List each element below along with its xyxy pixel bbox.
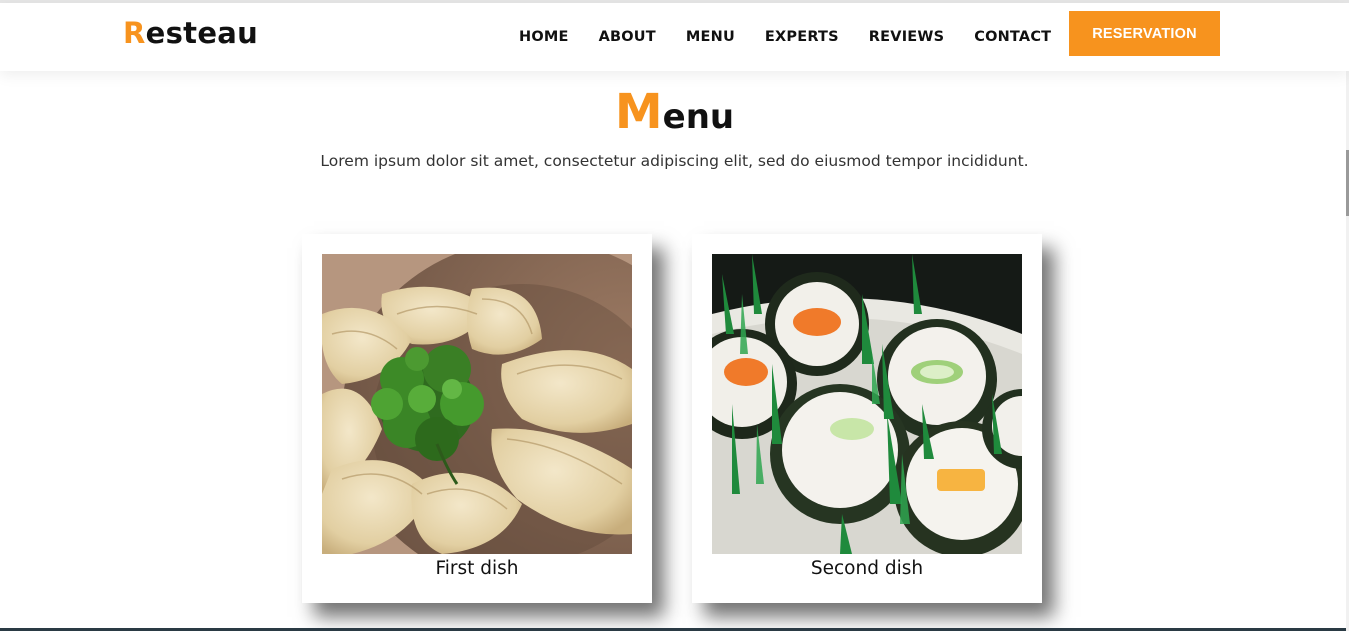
- nav-reviews[interactable]: REVIEWS: [869, 29, 944, 45]
- site-header: Resteau HOME ABOUT MENU EXPERTS REVIEWS …: [0, 3, 1349, 71]
- menu-card-caption: Second dish: [810, 558, 924, 579]
- logo-text: esteau: [145, 16, 259, 50]
- logo-accent-letter: R: [123, 16, 146, 50]
- dumplings-photo: [322, 254, 632, 554]
- menu-subtitle: Lorem ipsum dolor sit amet, consectetur …: [320, 152, 1029, 170]
- logo[interactable]: Resteau: [123, 19, 258, 48]
- nav-contact[interactable]: CONTACT: [974, 29, 1051, 45]
- main-nav: HOME ABOUT MENU EXPERTS REVIEWS CONTACT: [504, 3, 1066, 71]
- menu-title: Menu: [0, 88, 1349, 136]
- reservation-button[interactable]: RESERVATION: [1069, 11, 1220, 56]
- nav-menu[interactable]: MENU: [686, 29, 735, 45]
- nav-about[interactable]: ABOUT: [599, 29, 656, 45]
- menu-title-rest: enu: [662, 97, 735, 137]
- nav-home[interactable]: HOME: [519, 29, 569, 45]
- sushi-photo: [712, 254, 1022, 554]
- menu-card-second[interactable]: Second dish: [692, 234, 1042, 603]
- menu-title-accent-letter: M: [614, 84, 663, 140]
- menu-card-first[interactable]: First dish: [302, 234, 652, 603]
- nav-experts[interactable]: EXPERTS: [765, 29, 839, 45]
- menu-card-caption: First dish: [435, 558, 519, 579]
